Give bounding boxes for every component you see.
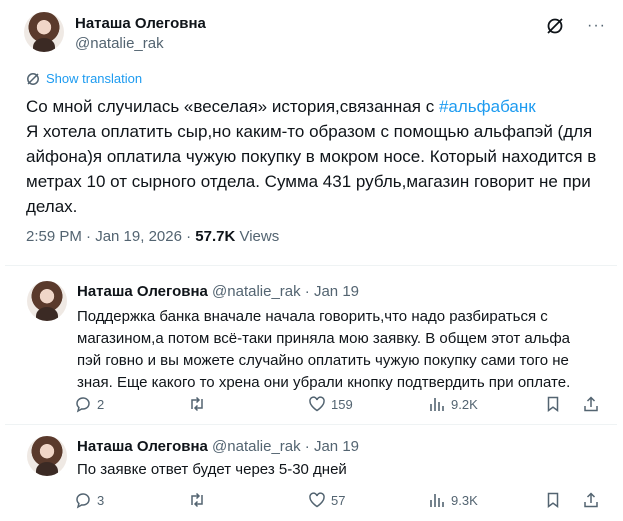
views-count: 9.3K [451, 492, 478, 508]
views-count: 9.2K [451, 396, 478, 412]
avatar[interactable] [27, 281, 67, 321]
reply-tweet[interactable]: Наташа Олеговна @natalie_rak · Jan 19 По… [0, 266, 623, 424]
reply-count: 2 [97, 396, 105, 412]
grok-icon[interactable] [545, 16, 565, 36]
translate-icon [27, 72, 39, 85]
views-label: Views [235, 228, 280, 245]
views-icon [430, 398, 444, 411]
like-button[interactable]: 57 [308, 491, 345, 509]
reply-icon [76, 493, 90, 509]
reply-button[interactable]: 2 [74, 395, 104, 413]
reply-text: Поддержка банка вначале начала говорить,… [77, 308, 571, 391]
views-count: 57.7K [195, 228, 236, 245]
tweet-text-body: Я хотела оплатить сыр,но каким-то образо… [26, 122, 597, 216]
views-button[interactable]: 9.3K [428, 491, 478, 509]
reply-author-name[interactable]: Наташа Олеговна [77, 438, 208, 455]
bookmark-icon [547, 396, 559, 412]
views-button[interactable]: 9.2K [428, 395, 478, 413]
retweet-icon [191, 492, 203, 508]
bookmark-button[interactable] [544, 491, 562, 509]
heart-icon [309, 492, 325, 508]
tweet-meta: 2:59 PM · Jan 19, 2026 · 57.7K Views [26, 228, 279, 245]
tweet-text: Со мной случилась «веселая» история,связ… [26, 94, 606, 219]
retweet-button[interactable] [188, 491, 206, 509]
more-icon[interactable]: ··· [587, 16, 609, 36]
like-count: 57 [331, 492, 346, 508]
retweet-button[interactable] [188, 395, 206, 413]
author-name[interactable]: Наташа Олеговна [75, 15, 206, 32]
author-handle[interactable]: @natalie_rak [75, 35, 164, 52]
reply-tweet[interactable]: Наташа Олеговна @natalie_rak · Jan 19 По… [0, 425, 623, 521]
main-tweet: Наташа Олеговна @natalie_rak ··· Show tr… [0, 0, 623, 265]
share-icon [584, 492, 598, 508]
show-translation-link[interactable]: Show translation [26, 71, 142, 86]
like-count: 159 [331, 396, 353, 412]
reply-handle-date[interactable]: @natalie_rak · Jan 19 [208, 438, 359, 455]
share-icon [584, 396, 598, 412]
avatar[interactable] [27, 436, 67, 476]
bookmark-button[interactable] [544, 395, 562, 413]
avatar[interactable] [24, 12, 64, 52]
reply-actions: 3 57 9.3K [74, 491, 604, 511]
like-button[interactable]: 159 [308, 395, 353, 413]
reply-header: Наташа Олеговна @natalie_rak · Jan 19 [77, 283, 359, 300]
share-button[interactable] [582, 491, 600, 509]
hashtag-link[interactable]: #альфабанк [439, 97, 536, 116]
bookmark-icon [547, 492, 559, 508]
reply-icon [76, 397, 90, 413]
reply-button[interactable]: 3 [74, 491, 104, 509]
share-button[interactable] [582, 395, 600, 413]
reply-actions: 2 159 9.2K [74, 395, 604, 415]
reply-text: По заявке ответ будет через 5-30 дней [77, 461, 347, 478]
heart-icon [309, 396, 325, 412]
reply-handle-date[interactable]: @natalie_rak · Jan 19 [208, 283, 359, 300]
show-translation-label: Show translation [46, 71, 143, 86]
reply-author-name[interactable]: Наташа Олеговна [77, 283, 208, 300]
tweet-timestamp[interactable]: 2:59 PM · Jan 19, 2026 · [26, 228, 195, 245]
reply-header: Наташа Олеговна @natalie_rak · Jan 19 [77, 438, 359, 455]
reply-count: 3 [97, 492, 105, 508]
views-icon [430, 494, 444, 507]
tweet-text-line1: Со мной случилась «веселая» история,связ… [26, 97, 439, 116]
retweet-icon [191, 396, 203, 412]
